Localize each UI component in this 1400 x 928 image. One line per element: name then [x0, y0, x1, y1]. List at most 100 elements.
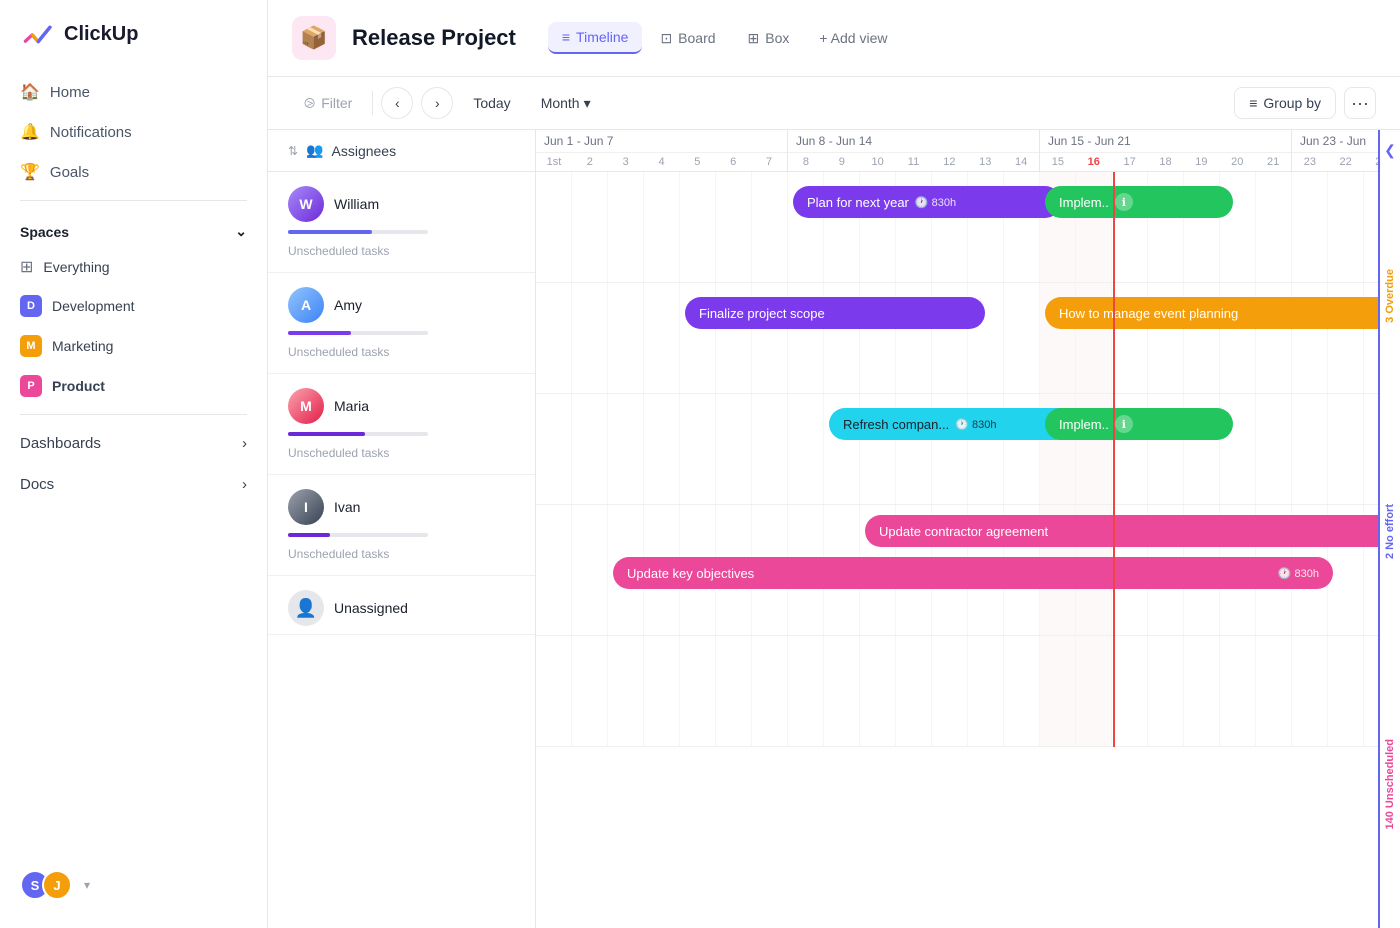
- main-header: 📦 Release Project ≡ Timeline ⊡ Board ⊞ B…: [268, 0, 1400, 77]
- week-3-days: 15 16 17 18 19 20 21: [1040, 153, 1291, 171]
- day-20: 20: [1219, 153, 1255, 171]
- home-icon: 🏠: [20, 82, 40, 102]
- assignee-column: ⇅ 👥 Assignees W William Unscheduled task…: [268, 130, 536, 928]
- prev-button[interactable]: ‹: [381, 87, 413, 119]
- tab-timeline[interactable]: ≡ Timeline: [548, 22, 643, 54]
- progress-bar-fill: [288, 230, 372, 234]
- day-17: 17: [1112, 153, 1148, 171]
- no-effort-label: 2 No effort: [1380, 496, 1400, 567]
- filter-button[interactable]: ⧁ Filter: [292, 88, 364, 119]
- gantt-row-william: Plan for next year 🕐 830h Implem.. ℹ: [536, 172, 1378, 283]
- clickup-logo-icon: [20, 16, 56, 52]
- avatar-william: W: [288, 186, 324, 222]
- progress-bar-bg-ivan: [288, 533, 428, 537]
- everything-icon: ⊞: [20, 257, 33, 277]
- today-button[interactable]: Today: [461, 89, 522, 117]
- app-name: ClickUp: [64, 23, 138, 46]
- sidebar-item-product[interactable]: P Product: [0, 366, 267, 406]
- goals-label: Goals: [50, 164, 89, 181]
- day-8: 8: [788, 153, 824, 171]
- day-24: 24: [1364, 153, 1379, 171]
- marketing-badge: M: [20, 335, 42, 357]
- dashboards-expandable[interactable]: Dashboards ›: [0, 423, 267, 464]
- task-implement-william[interactable]: Implem.. ℹ: [1045, 186, 1233, 218]
- task-finalize-scope[interactable]: Finalize project scope: [685, 297, 985, 329]
- docs-expandable[interactable]: Docs ›: [0, 464, 267, 505]
- add-view-button[interactable]: + Add view: [807, 23, 899, 53]
- avatar-ivan: I: [288, 489, 324, 525]
- chevron-down-icon[interactable]: ⌄: [235, 223, 247, 240]
- next-button[interactable]: ›: [421, 87, 453, 119]
- development-badge: D: [20, 295, 42, 317]
- right-panel[interactable]: ❮ 3 Overdue 2 No effort 140 Unscheduled: [1378, 130, 1400, 928]
- task-plan-next-year[interactable]: Plan for next year 🕐 830h: [793, 186, 1061, 218]
- assignee-row-unassigned: 👤 Unassigned: [268, 576, 535, 635]
- group-by-button[interactable]: ≡ Group by: [1234, 87, 1336, 119]
- day-16-today: 16: [1076, 153, 1112, 171]
- gantt-chart: Jun 1 - Jun 7 1st 2 3 4 5 6 7 Jun 8 - Ju…: [536, 130, 1378, 928]
- today-line: [1113, 172, 1115, 747]
- week-4-label: Jun 23 - Jun: [1292, 130, 1378, 153]
- development-label: Development: [52, 298, 135, 314]
- avatar-unassigned: 👤: [288, 590, 324, 626]
- progress-bar-bg-maria: [288, 432, 428, 436]
- view-tabs: ≡ Timeline ⊡ Board ⊞ Box + Add view: [548, 22, 900, 54]
- group-by-icon: ≡: [1249, 95, 1257, 111]
- task-implement-maria[interactable]: Implem.. ℹ: [1045, 408, 1233, 440]
- home-label: Home: [50, 84, 90, 101]
- sidebar-nav-goals[interactable]: 🏆 Goals: [0, 152, 267, 192]
- sidebar-nav-home[interactable]: 🏠 Home: [0, 72, 267, 112]
- overdue-label: 3 Overdue: [1380, 261, 1400, 331]
- week-2-days: 8 9 10 11 12 13 14: [788, 153, 1039, 171]
- board-icon: ⊡: [660, 30, 672, 47]
- gantt-header: Jun 1 - Jun 7 1st 2 3 4 5 6 7 Jun 8 - Ju…: [536, 130, 1378, 172]
- user-area[interactable]: S J ▾: [0, 858, 267, 912]
- product-badge: P: [20, 375, 42, 397]
- week-4: Jun 23 - Jun 23 22 24 25: [1292, 130, 1378, 171]
- assignee-row-maria: M Maria Unscheduled tasks: [268, 374, 535, 475]
- sidebar-item-development[interactable]: D Development: [0, 286, 267, 326]
- assignee-row-ivan: I Ivan Unscheduled tasks: [268, 475, 535, 576]
- assignee-header: ⇅ 👥 Assignees: [268, 130, 535, 172]
- progress-bar-fill-ivan: [288, 533, 330, 537]
- day-19: 19: [1183, 153, 1219, 171]
- chevron-right-icon: ›: [242, 435, 247, 452]
- assignees-icon: 👥: [306, 142, 323, 159]
- task-event-planning[interactable]: How to manage event planning: [1045, 297, 1378, 329]
- info-icon-maria: ℹ: [1115, 415, 1133, 433]
- filter-icon: ⧁: [304, 95, 315, 112]
- day-6: 6: [715, 153, 751, 171]
- sidebar-divider-1: [20, 200, 247, 201]
- progress-bar-fill-amy: [288, 331, 351, 335]
- toolbar-divider: [372, 91, 373, 115]
- day-23: 23: [1292, 153, 1328, 171]
- progress-bar-fill-maria: [288, 432, 365, 436]
- tab-box[interactable]: ⊞ Box: [734, 23, 804, 54]
- goals-icon: 🏆: [20, 162, 40, 182]
- project-title: Release Project: [352, 25, 516, 51]
- week-2-label: Jun 8 - Jun 14: [788, 130, 1039, 153]
- task-contractor-agreement[interactable]: Update contractor agreement: [865, 515, 1378, 547]
- sidebar-divider-2: [20, 414, 247, 415]
- avatar-stack: S J: [20, 870, 72, 900]
- day-15: 15: [1040, 153, 1076, 171]
- day-3: 3: [608, 153, 644, 171]
- project-icon: 📦: [292, 16, 336, 60]
- day-22: 22: [1328, 153, 1364, 171]
- progress-bar-bg: [288, 230, 428, 234]
- more-options-button[interactable]: ···: [1344, 87, 1376, 119]
- gantt-body: Plan for next year 🕐 830h Implem.. ℹ: [536, 172, 1378, 747]
- sidebar-item-marketing[interactable]: M Marketing: [0, 326, 267, 366]
- week-4-days: 23 22 24 25: [1292, 153, 1378, 171]
- task-key-objectives[interactable]: Update key objectives 🕐 830h: [613, 557, 1333, 589]
- marketing-label: Marketing: [52, 338, 113, 354]
- week-2: Jun 8 - Jun 14 8 9 10 11 12 13 14: [788, 130, 1040, 171]
- tab-board[interactable]: ⊡ Board: [646, 23, 729, 54]
- assignee-row-william: W William Unscheduled tasks: [268, 172, 535, 273]
- notifications-icon: 🔔: [20, 122, 40, 142]
- month-dropdown[interactable]: Month ▾: [531, 89, 601, 118]
- progress-bar-bg-amy: [288, 331, 428, 335]
- avatar-2: J: [42, 870, 72, 900]
- sidebar-nav-notifications[interactable]: 🔔 Notifications: [0, 112, 267, 152]
- sidebar-item-everything[interactable]: ⊞ Everything: [0, 248, 267, 286]
